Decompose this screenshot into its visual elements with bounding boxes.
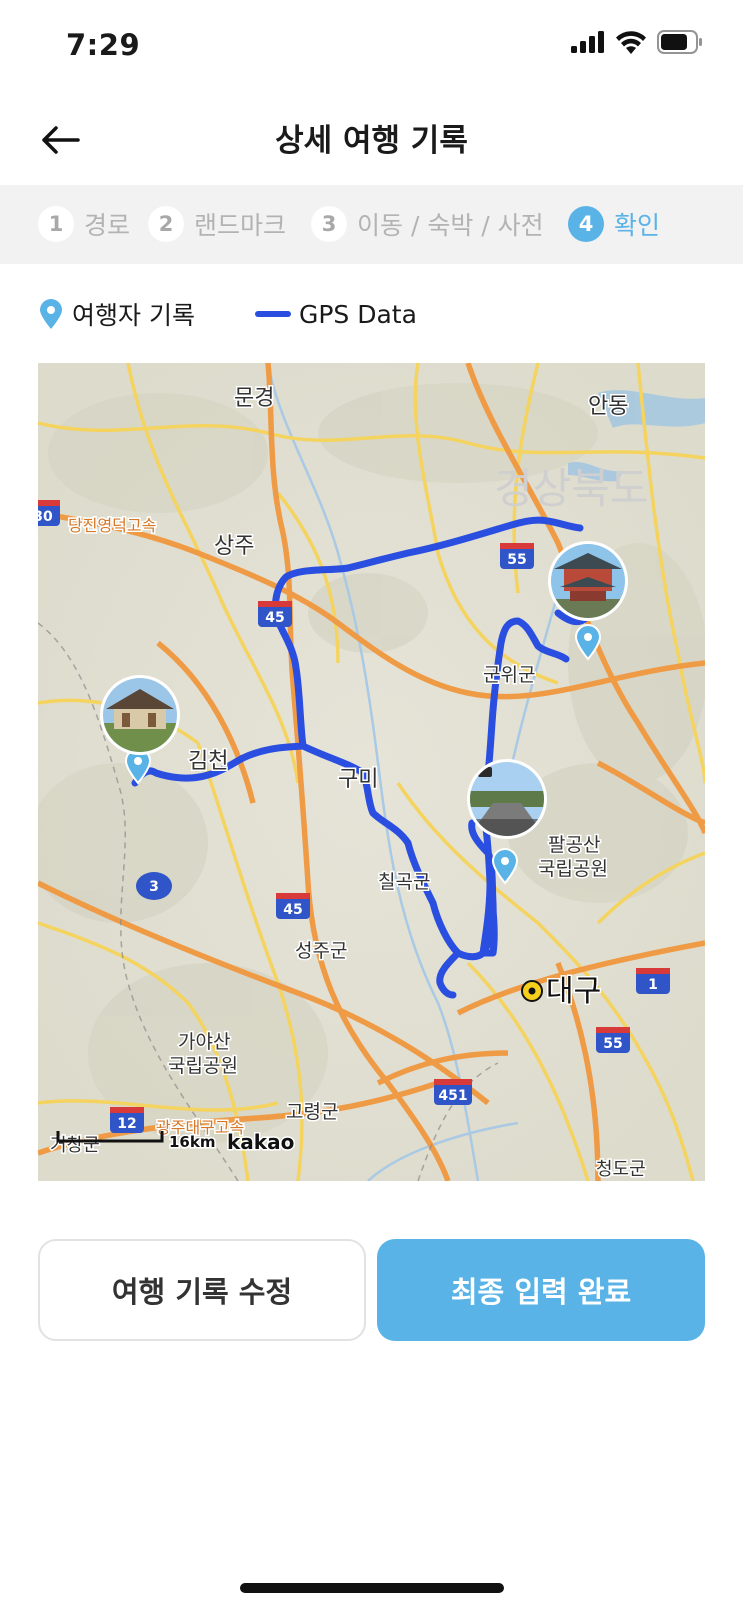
- label-andong: 안동: [588, 394, 628, 419]
- page-title: 상세 여행 기록: [275, 123, 468, 159]
- label-daegu: 대구: [546, 974, 601, 1009]
- edit-record-button[interactable]: 여행 기록 수정: [38, 1239, 366, 1341]
- photo-thumbnail-hanok[interactable]: [100, 675, 180, 755]
- label-gumi: 구미: [338, 767, 378, 792]
- home-indicator: [240, 1583, 504, 1593]
- scale-label: 16km: [169, 1133, 215, 1151]
- legend-gps-data: GPS Data: [195, 300, 417, 329]
- wifi-icon: [616, 30, 646, 54]
- shield-30: 30: [38, 500, 60, 526]
- step-2-landmark[interactable]: 2 랜드마크: [148, 205, 286, 243]
- svg-text:30: 30: [38, 509, 53, 525]
- label-gaya-2: 국립공원: [168, 1055, 238, 1077]
- shield-55-north: 55: [500, 543, 534, 569]
- label-cheongdo: 청도군: [596, 1159, 646, 1180]
- status-bar: 7:29: [0, 0, 743, 95]
- shield-3: 3: [136, 872, 172, 900]
- shield-12: 12: [110, 1107, 144, 1133]
- label-dangjin-highway: 당진영덕고속: [68, 516, 156, 535]
- svg-text:55: 55: [603, 1036, 622, 1052]
- label-mungyeong: 문경: [234, 386, 274, 411]
- label-gyeongbuk: 경상북도: [494, 464, 649, 513]
- label-gimcheon: 김천: [188, 749, 228, 774]
- location-pin-icon: [40, 299, 62, 329]
- legend-gps-label: GPS Data: [298, 299, 417, 329]
- step-label: 랜드마크: [194, 211, 287, 240]
- label-palgong-1: 팔공산: [548, 834, 600, 856]
- step-number: 4: [568, 206, 604, 242]
- svg-text:45: 45: [265, 610, 284, 626]
- daegu-city-marker: [521, 980, 543, 1002]
- shield-55-south: 55: [596, 1027, 630, 1053]
- label-palgong-2: 국립공원: [538, 858, 608, 880]
- map-provider-logo: kakao: [227, 1130, 294, 1154]
- status-time: 7:29: [66, 28, 141, 62]
- legend-traveler-label: 여행자 기록: [72, 301, 195, 330]
- shield-45-north: 45: [258, 601, 292, 627]
- final-submit-button[interactable]: 최종 입력 완료: [377, 1239, 705, 1341]
- label-chilgok: 칠곡군: [378, 871, 430, 893]
- step-1-route[interactable]: 1 경로: [38, 205, 130, 243]
- label-goryeong: 고령군: [286, 1101, 338, 1123]
- svg-text:45: 45: [283, 902, 302, 918]
- label-sangju: 상주: [214, 534, 254, 559]
- photo-thumbnail-pavilion[interactable]: [548, 541, 628, 621]
- svg-text:12: 12: [117, 1116, 136, 1132]
- shield-45-south: 45: [276, 893, 310, 919]
- route-map[interactable]: 문경 안동 경상북도 상주 군위군 김천 구미 팔공산 국립공원 칠곡군 성주군…: [38, 363, 705, 1181]
- label-gaya-1: 가야산: [178, 1031, 230, 1053]
- map-legend: 여행자 기록 GPS Data: [38, 294, 417, 334]
- step-indicator: 1 경로 2 랜드마크 3 이동 / 숙박 / 사전 4 확인: [0, 185, 743, 264]
- gps-line-swatch: [254, 311, 291, 317]
- svg-text:55: 55: [507, 552, 526, 568]
- svg-text:451: 451: [438, 1088, 467, 1104]
- shield-451: 451: [434, 1079, 472, 1105]
- status-icons: [571, 30, 703, 54]
- signal-icon: [571, 31, 604, 53]
- shield-1: 1: [636, 968, 670, 994]
- step-label: 경로: [84, 211, 131, 240]
- svg-text:3: 3: [149, 879, 159, 895]
- step-label: 확인: [614, 211, 661, 240]
- battery-icon: [657, 30, 702, 54]
- step-3-transport[interactable]: 3 이동 / 숙박 / 사전: [311, 205, 544, 243]
- step-4-confirm[interactable]: 4 확인: [568, 205, 660, 243]
- label-gunwi: 군위군: [483, 664, 535, 686]
- step-label: 이동 / 숙박 / 사전: [357, 211, 544, 240]
- header: 상세 여행 기록: [0, 95, 743, 185]
- photo-thumbnail-road[interactable]: [467, 759, 547, 839]
- step-number: 2: [148, 206, 184, 242]
- svg-text:1: 1: [648, 977, 658, 993]
- label-seongju: 성주군: [295, 940, 347, 962]
- step-number: 3: [311, 206, 347, 242]
- step-number: 1: [38, 206, 74, 242]
- legend-traveler-record: 여행자 기록: [38, 296, 195, 332]
